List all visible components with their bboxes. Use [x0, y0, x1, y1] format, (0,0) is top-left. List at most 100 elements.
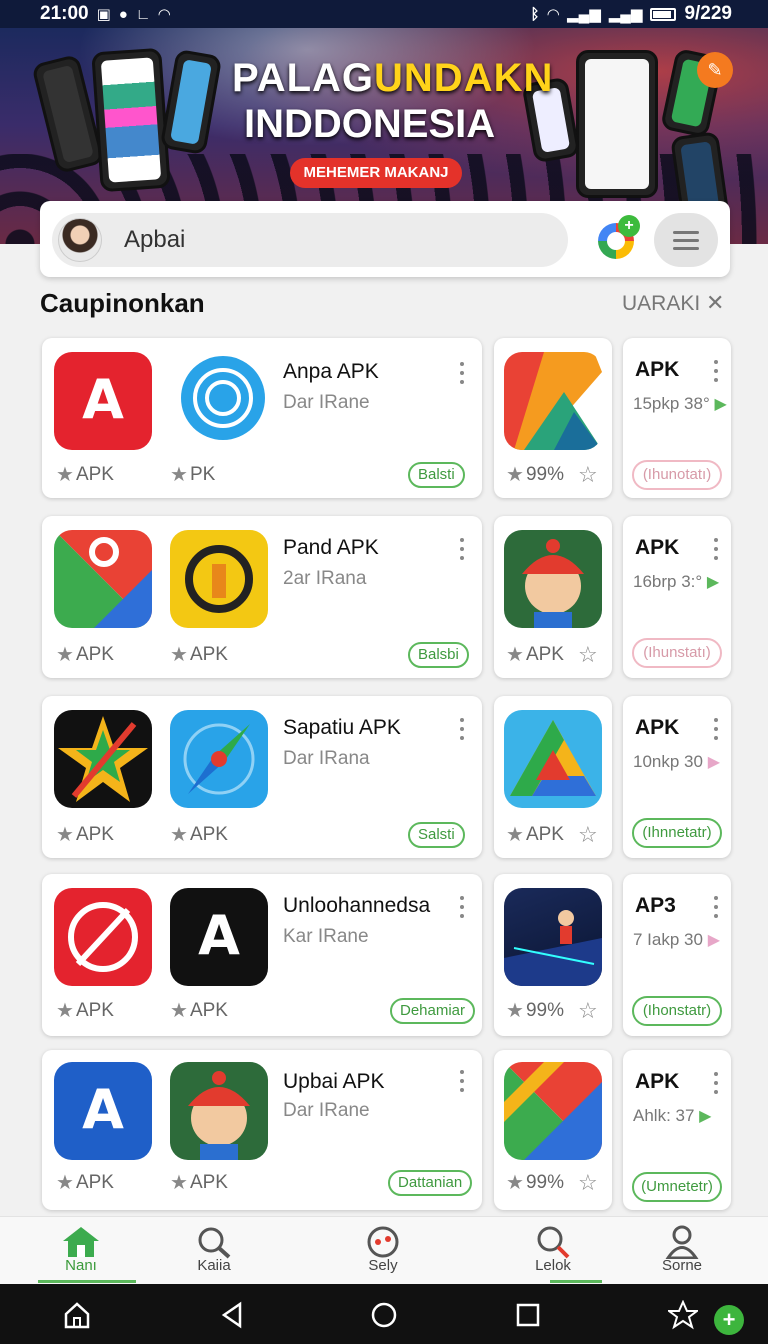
bottom-navigation: Nanı Kaiia Sely Lelok Sorne	[0, 1216, 768, 1284]
app-card[interactable]: ★ APK ★ APK Sapatiu APK Dar IRana Salsti	[42, 696, 482, 858]
app-card-small[interactable]: ★ APK ☆	[494, 516, 612, 678]
favorite-star-icon[interactable]: ☆	[578, 822, 598, 848]
more-options-icon[interactable]	[711, 896, 721, 918]
app-icon[interactable]: A	[54, 1062, 152, 1160]
more-options-icon[interactable]	[457, 362, 467, 384]
game-character-icon[interactable]	[504, 530, 602, 628]
favorite-star-icon[interactable]: ☆	[578, 998, 598, 1024]
play-icon: ▶	[707, 932, 720, 949]
app-rating: ★ APK	[56, 463, 114, 487]
install-button[interactable]: (Ihonstatr)	[632, 996, 722, 1026]
install-button[interactable]: Dattanian	[388, 1170, 473, 1196]
more-options-icon[interactable]	[457, 718, 467, 740]
menu-button[interactable]	[654, 213, 718, 267]
game-character-icon[interactable]	[170, 1062, 268, 1160]
app-card-small[interactable]: ★ 99% ☆	[494, 874, 612, 1036]
favorite-star-icon[interactable]: ☆	[578, 642, 598, 668]
more-options-icon[interactable]	[711, 538, 721, 560]
game-app-icon[interactable]	[504, 888, 602, 986]
wifi-icon: ◠	[547, 6, 560, 23]
install-button[interactable]: (Ihnnetatr)	[632, 818, 722, 848]
search-input[interactable]: Apbai	[52, 213, 568, 267]
home-icon[interactable]	[62, 1300, 92, 1330]
more-options-icon[interactable]	[457, 1070, 467, 1092]
install-button[interactable]: Salsti	[408, 822, 465, 848]
app-icon[interactable]: A	[54, 352, 152, 450]
play-icon: ▶	[706, 574, 720, 591]
star-icon: ★	[56, 644, 74, 666]
person-icon	[665, 1225, 699, 1259]
compass-app-icon[interactable]	[170, 710, 268, 808]
play-icon: ▶	[699, 1108, 712, 1125]
star-icon: ★	[170, 1000, 188, 1022]
favorite-star-icon[interactable]: ☆	[578, 1170, 598, 1196]
app-icon[interactable]	[170, 530, 268, 628]
more-options-icon[interactable]	[711, 360, 721, 382]
phone-image	[159, 48, 223, 156]
apk-card[interactable]: APK Ahlk: 37 ▶ (Umnetetr)	[623, 1050, 731, 1210]
app-developer: Dar IRana	[283, 748, 370, 769]
install-button[interactable]: Balsti	[408, 462, 465, 488]
maps-app-icon[interactable]	[54, 530, 152, 628]
apk-card[interactable]: APK 10nkp 30 ▶ (Ihnnetatr)	[623, 696, 731, 858]
app-icon[interactable]	[504, 1062, 602, 1160]
search-red-icon	[537, 1226, 570, 1259]
app-icon[interactable]	[54, 888, 152, 986]
app-developer: Dar IRane	[283, 1100, 370, 1121]
app-icon[interactable]	[504, 352, 602, 450]
install-button[interactable]: Balsbi	[408, 642, 469, 668]
star-icon: ★	[170, 1172, 188, 1194]
chat-icon: ●	[118, 5, 128, 23]
nav-item-profile[interactable]: Sorne	[627, 1217, 737, 1285]
app-rating: ★ 99%	[506, 999, 564, 1023]
nav-active-indicator	[550, 1280, 602, 1283]
install-button[interactable]: (Ihunotatı)	[632, 460, 722, 490]
add-icon[interactable]: +	[714, 1305, 744, 1335]
chat-app-icon[interactable]	[174, 352, 272, 450]
app-card[interactable]: A ★ APK ★ PK Anpa APK Dar IRane Balsti	[42, 338, 482, 498]
banner-cta-button[interactable]: MEHEMER MAKANJ	[290, 158, 462, 188]
wifi-icon: ◠	[158, 6, 171, 23]
apk-card[interactable]: AP3 7 Iakp 30 ▶ (Ihonstatr)	[623, 874, 731, 1036]
play-icon: ▶	[714, 396, 727, 413]
edit-icon[interactable]: ✎	[697, 52, 733, 88]
nav-item-lookup[interactable]: Lelok	[498, 1217, 608, 1285]
more-options-icon[interactable]	[457, 538, 467, 560]
nav-item-home[interactable]: Nanı	[26, 1217, 136, 1285]
app-card-small[interactable]: ★ 99% ☆	[494, 1050, 612, 1210]
nav-item-games[interactable]: Sely	[328, 1217, 438, 1285]
app-card-small[interactable]: ★ 99% ☆	[494, 338, 612, 498]
app-card[interactable]: A ★ APK ★ APK Unloohannedsa Kar IRane Deha…	[42, 874, 482, 1036]
home-circle-icon[interactable]	[369, 1300, 399, 1330]
favorite-star-icon[interactable]: ☆	[578, 462, 598, 488]
section-title: Caupinonkan	[40, 288, 205, 318]
apk-card[interactable]: APK 15pkp 38° ▶ (Ihunotatı)	[623, 338, 731, 498]
install-button[interactable]: (Umnetetr)	[632, 1172, 722, 1202]
more-options-icon[interactable]	[711, 718, 721, 740]
home-icon	[63, 1227, 99, 1257]
app-card[interactable]: ★ APK ★ APK Pand APK 2ar IRana Balsbi	[42, 516, 482, 678]
star-app-icon[interactable]	[54, 710, 152, 808]
app-card[interactable]: A ★ APK ★ APK Upbai APK Dar IRane Dattania…	[42, 1050, 482, 1210]
more-options-icon[interactable]	[711, 1072, 721, 1094]
nav-item-search[interactable]: Kaiia	[159, 1217, 269, 1285]
signal-icon: ▂▄▆	[567, 6, 601, 23]
banner-title-line1: PALAGUNDAKN	[232, 56, 554, 100]
section-more-link[interactable]: UARAKI	[622, 292, 700, 316]
recents-icon[interactable]	[513, 1300, 543, 1330]
install-button[interactable]: (Ihunstatı)	[632, 638, 722, 668]
status-date: 9/229	[684, 3, 732, 24]
avatar[interactable]	[58, 218, 102, 262]
drive-app-icon[interactable]	[504, 710, 602, 808]
app-icon[interactable]: A	[170, 888, 268, 986]
star-icon[interactable]	[668, 1300, 698, 1330]
apk-title: APK	[635, 536, 680, 559]
app-card-small[interactable]: ★ APK ☆	[494, 696, 612, 858]
more-options-icon[interactable]	[457, 896, 467, 918]
install-button[interactable]: Dehamiar	[390, 998, 476, 1024]
search-icon	[198, 1227, 231, 1259]
apk-card[interactable]: APK 16brp 3:° ▶ (Ihunstatı)	[623, 516, 731, 678]
app-rating: ★ APK	[506, 643, 564, 667]
back-icon[interactable]	[218, 1300, 248, 1330]
close-icon[interactable]: ✕	[706, 290, 724, 316]
